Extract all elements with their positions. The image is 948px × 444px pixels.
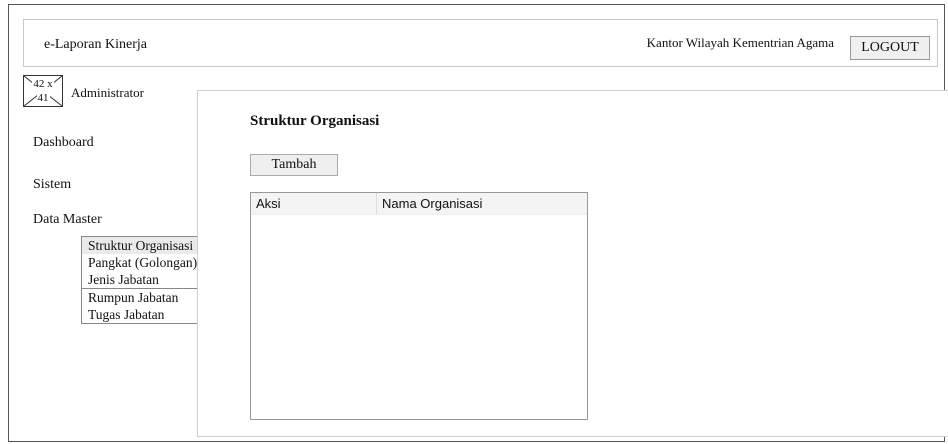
page-title: Struktur Organisasi	[250, 113, 380, 129]
top-header: e-Laporan Kinerja Kantor Wilayah Kementr…	[23, 19, 938, 67]
avatar-placeholder-image: 42 x 41	[23, 75, 63, 107]
app-frame: e-Laporan Kinerja Kantor Wilayah Kementr…	[8, 4, 948, 442]
main-content-panel: Struktur Organisasi Tambah Aksi Nama Org…	[197, 90, 948, 437]
avatar-size-line1: 42 x	[32, 77, 54, 91]
avatar-size-label: 42 x 41	[24, 76, 62, 106]
organization-table: Aksi Nama Organisasi	[250, 192, 588, 420]
logout-button[interactable]: LOGOUT	[850, 36, 930, 60]
sidebar-item-data-master[interactable]: Data Master	[33, 212, 102, 228]
column-header-aksi: Aksi	[251, 193, 377, 214]
app-title: e-Laporan Kinerja	[44, 37, 147, 52]
sidebar-item-sistem[interactable]: Sistem	[33, 177, 71, 193]
user-name: Administrator	[71, 85, 144, 100]
avatar-size-line2: 41	[36, 91, 50, 105]
column-header-nama-organisasi: Nama Organisasi	[382, 196, 483, 211]
add-button[interactable]: Tambah	[250, 154, 338, 176]
organization-name: Kantor Wilayah Kementrian Agama	[646, 35, 834, 50]
table-header: Aksi Nama Organisasi	[251, 193, 587, 215]
sidebar-item-dashboard[interactable]: Dashboard	[33, 135, 94, 151]
